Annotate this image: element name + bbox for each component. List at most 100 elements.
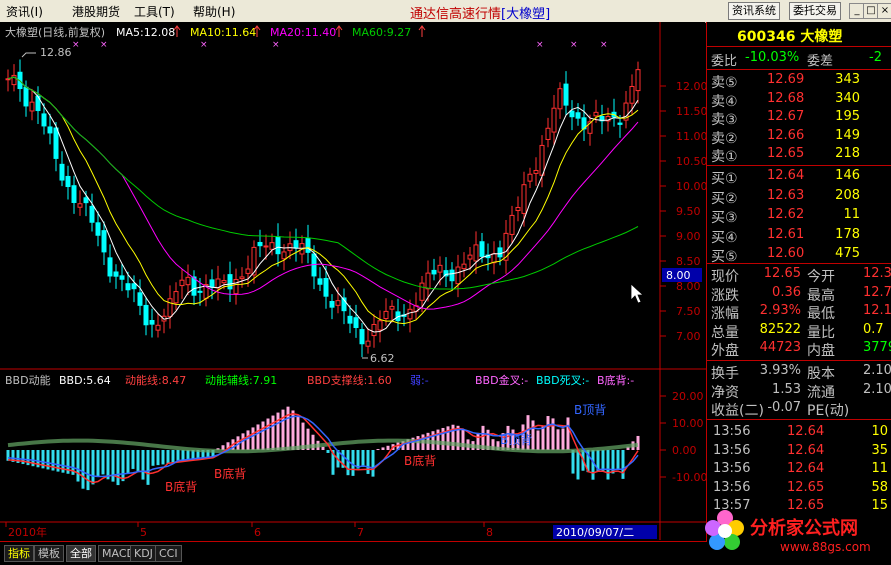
title-stock-name: [大橡塑]	[501, 7, 551, 22]
candle-up	[335, 300, 341, 306]
fund-row: 换手 3.93% 股本 2.10	[707, 363, 891, 382]
tab-all[interactable]: 全部	[66, 545, 96, 562]
trading-app-window: 资讯(I) 港股期货 工具(T) 帮助(H) 通达信高速行情[大橡塑] 资讯系统…	[0, 0, 891, 565]
candle-down	[197, 290, 203, 293]
tick-time: 13:56	[713, 461, 751, 476]
bbd-bar-positive	[566, 417, 570, 450]
fund-label-2: 股本	[807, 366, 835, 382]
time-tick-label: 2010年	[8, 525, 47, 539]
fund-value: 3.93%	[759, 363, 801, 378]
candle-up	[29, 101, 35, 112]
bbd-bar-negative	[111, 450, 115, 482]
candle-up	[263, 245, 269, 248]
bbd-bar-positive	[321, 446, 325, 450]
candle-up	[539, 144, 545, 176]
sell-level-label: 卖⑤	[711, 75, 738, 91]
price-tick-label: 8.50	[676, 255, 701, 268]
candle-down	[293, 240, 299, 249]
sell-price: 12.69	[767, 72, 805, 87]
stat-row: 总量 82522 量比 0.7	[707, 321, 891, 341]
close-icon[interactable]: ×	[877, 3, 891, 19]
sell-level-label: 卖④	[711, 93, 738, 110]
bbd-bar-negative	[106, 450, 110, 480]
candle-up	[515, 206, 521, 212]
webi-label: 委比	[711, 54, 738, 69]
tab-cci[interactable]: CCI	[155, 545, 182, 562]
bbd-bar-negative	[136, 450, 140, 472]
ind-energy-aux: 动能辅线:7.91	[205, 373, 277, 387]
ind-bottom-div: B底背:-	[597, 373, 634, 387]
kline-chart[interactable]: 大橡塑(日线,前复权) MA5:12.08 MA10:11.64 MA20:11…	[0, 22, 706, 541]
tab-template[interactable]: 模板	[34, 545, 64, 562]
candle-up	[239, 276, 245, 280]
fund-label: 换手	[711, 366, 739, 382]
fund-value: 1.53	[772, 381, 801, 397]
fund-value: -0.07	[767, 400, 801, 415]
window-title: 通达信高速行情[大橡塑]	[410, 3, 550, 22]
price-tick-label: 12.00	[676, 80, 706, 93]
tick-time: 13:56	[713, 479, 751, 495]
menu-help[interactable]: 帮助(H)	[193, 3, 235, 20]
ind-energy: 动能线:8.47	[125, 373, 186, 387]
candle-up	[629, 86, 635, 104]
sell-price: 12.66	[767, 127, 805, 143]
bbd-bar-negative	[591, 450, 595, 480]
candle-down	[59, 163, 65, 181]
candle-up	[527, 173, 533, 182]
low-price-label: 6.62	[370, 352, 395, 365]
buy-level-label: 买③	[711, 210, 738, 226]
tab-kdj[interactable]: KDJ	[130, 545, 157, 562]
price-tick-label: 10.00	[676, 180, 706, 193]
info-system-button[interactable]: 资讯系统	[728, 2, 780, 20]
buy-volume: 11	[843, 207, 860, 222]
high-price-label: 12.86	[40, 46, 72, 59]
ind-tick-label: 10.00	[672, 417, 704, 430]
menu-info[interactable]: 资讯(I)	[6, 3, 43, 20]
menu-tools[interactable]: 工具(T)	[134, 3, 175, 20]
watermark-text: 分析家公式网	[750, 518, 858, 539]
trade-button[interactable]: 委托交易	[789, 2, 841, 20]
candle-down	[101, 230, 107, 253]
candle-down	[41, 113, 47, 127]
candle-up	[371, 323, 377, 337]
candle-up	[551, 107, 557, 133]
bbd-bar-positive	[251, 427, 255, 450]
tick-row: 13:56 12.64 10	[707, 424, 891, 442]
candle-up	[509, 214, 515, 235]
bbd-bar-negative	[171, 450, 175, 464]
flower-logo-icon	[705, 510, 744, 550]
candle-up	[245, 268, 251, 274]
price-tick-label: 9.50	[676, 205, 701, 218]
time-tick-label: 5	[140, 526, 147, 539]
candle-up	[467, 254, 473, 260]
ind-golden: BBD金叉:-	[475, 373, 528, 387]
bbd-bar-negative	[606, 450, 610, 480]
candle-down	[119, 275, 125, 280]
candle-down	[95, 222, 101, 236]
price-tick-label: 7.00	[676, 330, 701, 343]
fund-row: 净资 1.53 流通 2.10	[707, 381, 891, 401]
sell-row: 卖① 12.65 218	[707, 146, 891, 165]
candle-up	[419, 282, 425, 301]
stat-value-2: 3779	[863, 340, 891, 355]
fund-row: 收益(二) -0.07 PE(动)	[707, 400, 891, 419]
bbd-bar-negative	[371, 450, 375, 477]
tick-price: 12.64	[787, 424, 825, 439]
menu-hk-futures[interactable]: 港股期货	[72, 3, 120, 20]
bbd-bar-positive	[276, 412, 280, 450]
candle-down	[71, 185, 77, 203]
cursor-date-label: 2010/09/07/二	[556, 526, 634, 539]
candle-up	[437, 264, 443, 273]
title-app-name: 通达信高速行情	[410, 7, 502, 22]
sell-level-label: 卖③	[711, 112, 738, 128]
ind-tick-label: 0.00	[672, 444, 697, 457]
tab-indicator[interactable]: 指标	[4, 545, 34, 562]
ma10-label: MA10:11.64	[190, 26, 256, 39]
candle-down	[227, 274, 233, 290]
bbd-bar-negative	[571, 450, 575, 474]
candle-down	[209, 279, 215, 288]
buy-level-label: 买②	[711, 190, 738, 207]
candle-up	[77, 203, 83, 208]
stat-value-2: 0.7	[863, 321, 884, 337]
bbd-bar-negative	[126, 450, 130, 474]
